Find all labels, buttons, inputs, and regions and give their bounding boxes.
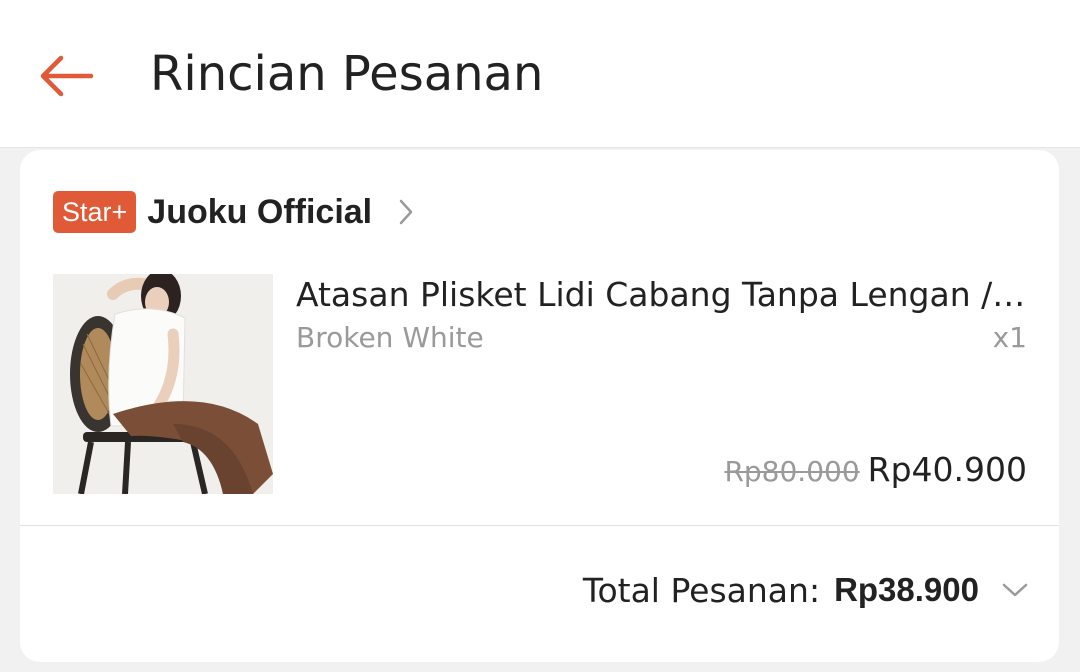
order-card: Star+ Juoku Official Atasan Plisket Lidi… [20, 150, 1059, 662]
shop-name: Juoku Official [147, 192, 373, 231]
chevron-down-icon [1001, 582, 1029, 598]
chevron-right-icon [398, 198, 414, 226]
back-button[interactable] [30, 48, 100, 104]
total-value: Rp38.900 [834, 571, 979, 608]
star-plus-badge: Star+ [53, 191, 137, 233]
price-row: Rp80.000 Rp40.900 [724, 450, 1027, 489]
arrow-left-icon [40, 55, 94, 97]
order-total-toggle[interactable]: Total Pesanan: Rp38.900 [583, 567, 1029, 613]
app-header: Rincian Pesanan [0, 0, 1080, 148]
shop-link[interactable]: Star+ Juoku Official [53, 190, 414, 234]
page-title: Rincian Pesanan [150, 46, 544, 102]
product-variant: Broken White [296, 321, 484, 354]
product-name[interactable]: Atasan Plisket Lidi Cabang Tanpa Lengan … [296, 272, 1031, 318]
original-price: Rp80.000 [724, 455, 860, 488]
product-image[interactable] [53, 274, 273, 494]
divider [20, 525, 1059, 526]
product-quantity: x1 [992, 321, 1027, 354]
total-label: Total Pesanan: [582, 570, 821, 610]
discounted-price: Rp40.900 [867, 450, 1027, 489]
